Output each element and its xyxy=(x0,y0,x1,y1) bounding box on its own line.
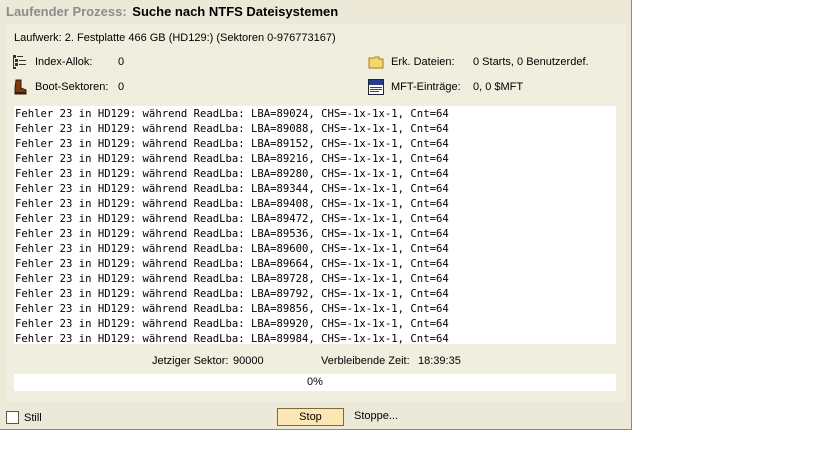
still-label: Still xyxy=(24,411,42,424)
current-sector-label: Jetziger Sektor: xyxy=(152,355,229,367)
progress-bar: 0% xyxy=(14,374,616,391)
still-checkbox[interactable] xyxy=(6,411,19,424)
log-line: Fehler 23 in HD129: während ReadLba: LBA… xyxy=(15,333,449,344)
process-name: Suche nach NTFS Dateisystemen xyxy=(132,4,339,19)
scan-progress-dialog: Laufender Prozess: Suche nach NTFS Datei… xyxy=(0,0,632,430)
remaining-time-value: 18:39:35 xyxy=(418,355,461,367)
current-sector-value: 90000 xyxy=(233,355,264,367)
process-label: Laufender Prozess: xyxy=(6,4,127,19)
still-option[interactable]: Still xyxy=(6,411,42,424)
log-line: Fehler 23 in HD129: während ReadLba: LBA… xyxy=(15,123,449,135)
found-files-stat: Erk. Dateien: 0 Starts, 0 Benutzerdef. xyxy=(368,54,589,70)
process-title: Laufender Prozess: Suche nach NTFS Datei… xyxy=(6,4,338,19)
index-allocation-icon xyxy=(12,54,28,70)
log-line: Fehler 23 in HD129: während ReadLba: LBA… xyxy=(15,303,449,315)
log-line: Fehler 23 in HD129: während ReadLba: LBA… xyxy=(15,243,449,255)
found-files-value: 0 Starts, 0 Benutzerdef. xyxy=(473,56,589,68)
index-alloc-label: Index-Allok: xyxy=(35,56,93,68)
file-icon xyxy=(368,79,384,95)
boot-icon xyxy=(12,79,28,95)
log-line: Fehler 23 in HD129: während ReadLba: LBA… xyxy=(15,168,449,180)
error-log[interactable]: Fehler 23 in HD129: während ReadLba: LBA… xyxy=(14,106,616,344)
log-line: Fehler 23 in HD129: während ReadLba: LBA… xyxy=(15,183,449,195)
folder-icon xyxy=(368,54,384,70)
log-line: Fehler 23 in HD129: während ReadLba: LBA… xyxy=(15,288,449,300)
log-line: Fehler 23 in HD129: während ReadLba: LBA… xyxy=(15,198,449,210)
mft-entries-label: MFT-Einträge: xyxy=(391,81,461,93)
remaining-time-label: Verbleibende Zeit: xyxy=(321,355,410,367)
log-line: Fehler 23 in HD129: während ReadLba: LBA… xyxy=(15,273,449,285)
log-line: Fehler 23 in HD129: während ReadLba: LBA… xyxy=(15,213,449,225)
log-line: Fehler 23 in HD129: während ReadLba: LBA… xyxy=(15,108,449,120)
boot-sectors-stat: Boot-Sektoren: 0 xyxy=(12,79,124,95)
log-line: Fehler 23 in HD129: während ReadLba: LBA… xyxy=(15,138,449,150)
index-alloc-stat: Index-Allok: 0 xyxy=(12,54,124,70)
index-alloc-value: 0 xyxy=(118,56,125,68)
log-line: Fehler 23 in HD129: während ReadLba: LBA… xyxy=(15,228,449,240)
mft-entries-stat: MFT-Einträge: 0, 0 $MFT xyxy=(368,79,523,95)
boot-sectors-label: Boot-Sektoren: xyxy=(35,81,109,93)
scan-info-panel: Laufwerk: 2. Festplatte 466 GB (HD129:) … xyxy=(6,24,626,402)
drive-info: Laufwerk: 2. Festplatte 466 GB (HD129:) … xyxy=(14,32,336,44)
progress-text: 0% xyxy=(307,376,323,388)
log-line: Fehler 23 in HD129: während ReadLba: LBA… xyxy=(15,258,449,270)
stop-button[interactable]: Stop xyxy=(277,408,344,426)
boot-sectors-value: 0 xyxy=(118,81,125,93)
stop-status-text: Stoppe... xyxy=(354,410,399,422)
log-line: Fehler 23 in HD129: während ReadLba: LBA… xyxy=(15,318,449,330)
mft-entries-value: 0, 0 $MFT xyxy=(473,81,524,93)
found-files-label: Erk. Dateien: xyxy=(391,56,455,68)
log-line: Fehler 23 in HD129: während ReadLba: LBA… xyxy=(15,153,449,165)
